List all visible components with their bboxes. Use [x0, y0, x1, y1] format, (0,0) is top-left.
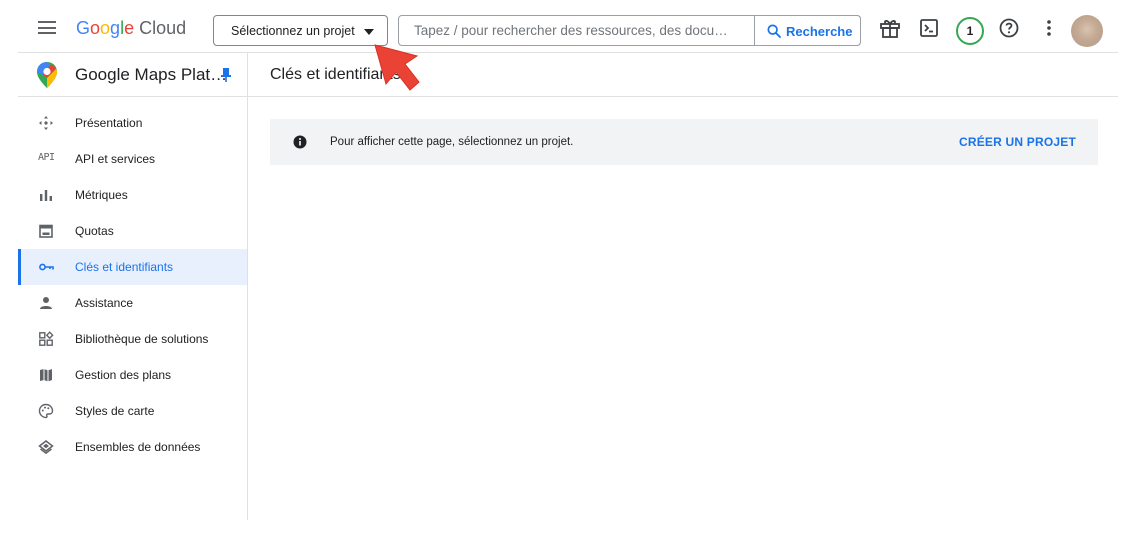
search-icon	[767, 24, 781, 38]
red-pointer-arrow-icon	[374, 44, 420, 91]
banner-message: Pour afficher cette page, sélectionnez u…	[330, 136, 574, 148]
sidebar-item-label: Ensembles de données	[75, 440, 201, 454]
grid-icon	[39, 331, 54, 346]
sidebar-item-solutions-library[interactable]: Bibliothèque de solutions	[18, 321, 247, 357]
caret-down-icon	[364, 29, 374, 35]
search-button[interactable]: Recherche	[754, 15, 861, 46]
create-project-button[interactable]: CRÉER UN PROJET	[959, 135, 1076, 149]
sidebar-item-api-services[interactable]: API API et services	[18, 141, 247, 177]
sidebar: Google Maps Plat… Présentation API API e…	[18, 53, 248, 520]
person-icon	[40, 297, 52, 309]
calendar-icon	[39, 224, 53, 238]
sidebar-item-label: API et services	[75, 152, 156, 166]
google-maps-pin-icon	[37, 62, 57, 88]
sidebar-item-label: Clés et identifiants	[75, 260, 174, 274]
gift-icon[interactable]	[878, 16, 902, 40]
sidebar-item-datasets[interactable]: Ensembles de données	[18, 429, 247, 465]
map-icon	[40, 369, 52, 382]
sidebar-header: Google Maps Plat…	[18, 53, 247, 97]
more-vert-icon[interactable]	[1037, 16, 1061, 40]
logo-google-text: Google	[76, 18, 135, 38]
key-icon	[39, 263, 54, 271]
sidebar-item-quotas[interactable]: Quotas	[18, 213, 247, 249]
layers-icon	[38, 440, 54, 455]
api-icon: API	[38, 152, 55, 163]
sidebar-item-label: Assistance	[75, 296, 134, 310]
project-picker-button[interactable]: Sélectionnez un projet	[213, 15, 388, 46]
logo-cloud-text: Cloud	[139, 18, 187, 38]
sidebar-nav: Présentation API API et services Métriqu…	[18, 105, 247, 465]
move-arrows-icon	[39, 116, 53, 130]
sidebar-item-label: Gestion des plans	[75, 368, 172, 382]
product-title: Google Maps Plat…	[75, 65, 228, 84]
pin-icon[interactable]	[220, 68, 232, 82]
search-input[interactable]	[399, 16, 754, 45]
bar-chart-icon	[40, 190, 52, 201]
select-project-banner: Pour afficher cette page, sélectionnez u…	[270, 119, 1098, 165]
terminal-icon[interactable]	[917, 16, 941, 40]
help-icon[interactable]	[997, 16, 1021, 40]
palette-icon	[38, 403, 54, 419]
menu-icon[interactable]	[38, 21, 56, 34]
google-cloud-logo[interactable]: Google Cloud	[76, 18, 186, 42]
sidebar-item-label: Bibliothèque de solutions	[75, 332, 209, 346]
sidebar-item-plan-management[interactable]: Gestion des plans	[18, 357, 247, 393]
sidebar-item-map-styles[interactable]: Styles de carte	[18, 393, 247, 429]
search-button-label: Recherche	[786, 24, 853, 39]
avatar[interactable]	[1071, 15, 1103, 47]
sidebar-item-label: Métriques	[75, 188, 128, 202]
sidebar-item-label: Quotas	[75, 224, 114, 238]
search-bar: Recherche	[398, 15, 861, 46]
sidebar-item-support[interactable]: Assistance	[18, 285, 247, 321]
sidebar-item-label: Présentation	[75, 116, 143, 130]
project-picker-label: Sélectionnez un projet	[231, 24, 355, 38]
sidebar-item-metrics[interactable]: Métriques	[18, 177, 247, 213]
info-icon	[293, 135, 307, 149]
sidebar-item-keys-credentials[interactable]: Clés et identifiants	[18, 249, 247, 285]
top-bar: GoogleCloud Sélectionnez un projet Reche…	[18, 0, 1118, 53]
sidebar-item-label: Styles de carte	[75, 404, 155, 418]
notification-badge[interactable]: 1	[956, 17, 984, 45]
sidebar-item-presentation[interactable]: Présentation	[18, 105, 247, 141]
